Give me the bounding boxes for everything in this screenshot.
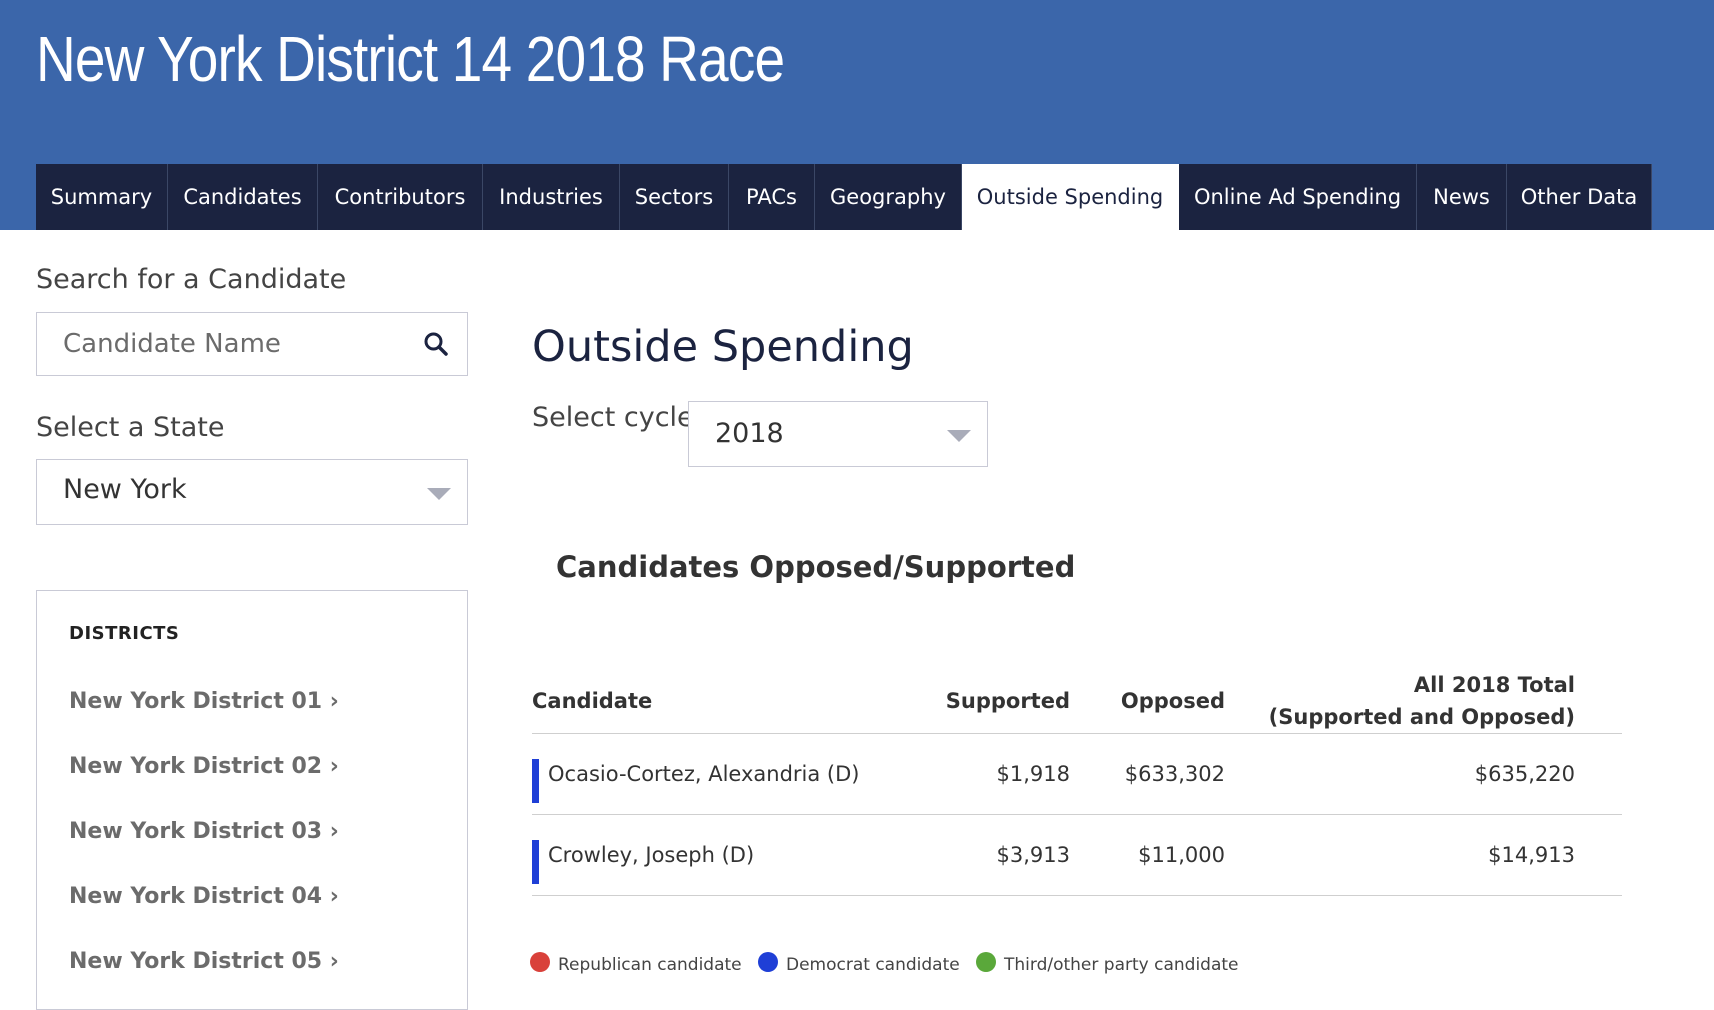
table-divider (532, 733, 1622, 734)
candidate-name: Crowley, Joseph (D) (548, 843, 755, 867)
table-divider (532, 814, 1622, 815)
chevron-down-icon (947, 430, 971, 442)
table-heading: Candidates Opposed/Supported (556, 550, 1076, 584)
opposed-value: $11,000 (1138, 843, 1225, 867)
search-input[interactable] (63, 313, 403, 375)
tab-news[interactable]: News (1417, 164, 1507, 230)
legend-label-democrat: Democrat candidate (786, 955, 960, 975)
tab-industries[interactable]: Industries (483, 164, 620, 230)
column-header-opposed: Opposed (1120, 689, 1225, 713)
tab-sectors[interactable]: Sectors (620, 164, 729, 230)
tab-candidates[interactable]: Candidates (168, 164, 318, 230)
search-box (36, 312, 468, 376)
tab-contributors[interactable]: Contributors (318, 164, 483, 230)
cycle-label: Select cycle: (532, 402, 703, 433)
tab-other-data[interactable]: Other Data (1507, 164, 1652, 230)
site-header: New York District 14 2018 Race Summary C… (0, 0, 1714, 230)
state-select[interactable]: New York (36, 459, 468, 525)
search-icon[interactable] (423, 331, 449, 357)
party-indicator (532, 759, 539, 803)
chevron-down-icon (427, 488, 451, 500)
district-link[interactable]: New York District 01 › (69, 689, 339, 714)
column-header-candidate: Candidate (532, 689, 653, 713)
districts-heading: DISTRICTS (69, 623, 180, 644)
page-title: New York District 14 2018 Race (36, 23, 785, 95)
cycle-select-value: 2018 (715, 418, 784, 449)
column-header-total-sub: (Supported and Opposed) (1268, 705, 1575, 729)
total-value: $635,220 (1474, 762, 1575, 786)
column-header-total: All 2018 Total (1413, 673, 1575, 697)
legend-dot-democrat (758, 952, 778, 972)
tab-geography[interactable]: Geography (815, 164, 962, 230)
district-link[interactable]: New York District 03 › (69, 819, 339, 844)
tab-bar: Summary Candidates Contributors Industri… (36, 164, 1652, 230)
state-label: Select a State (36, 412, 225, 443)
legend-label-third-party: Third/other party candidate (1004, 955, 1239, 975)
cycle-select[interactable]: 2018 (688, 401, 988, 467)
tab-summary[interactable]: Summary (36, 164, 168, 230)
party-indicator (532, 840, 539, 884)
district-link[interactable]: New York District 04 › (69, 884, 339, 909)
opposed-value: $633,302 (1124, 762, 1225, 786)
table-divider (532, 895, 1622, 896)
legend-label-republican: Republican candidate (558, 955, 742, 975)
search-label: Search for a Candidate (36, 264, 347, 295)
total-value: $14,913 (1488, 843, 1575, 867)
column-header-supported: Supported (945, 689, 1070, 713)
tab-online-ad-spending[interactable]: Online Ad Spending (1179, 164, 1417, 230)
tab-pacs[interactable]: PACs (729, 164, 815, 230)
supported-value: $1,918 (996, 762, 1070, 786)
legend-dot-republican (530, 952, 550, 972)
candidate-name: Ocasio-Cortez, Alexandria (D) (548, 762, 860, 786)
supported-value: $3,913 (996, 843, 1070, 867)
district-link[interactable]: New York District 02 › (69, 754, 339, 779)
state-select-value: New York (63, 474, 187, 505)
district-link[interactable]: New York District 05 › (69, 949, 339, 974)
legend-dot-third-party (976, 952, 996, 972)
districts-panel: DISTRICTS New York District 01 › New Yor… (36, 590, 468, 1010)
section-title: Outside Spending (532, 322, 914, 372)
tab-outside-spending[interactable]: Outside Spending (962, 164, 1179, 230)
